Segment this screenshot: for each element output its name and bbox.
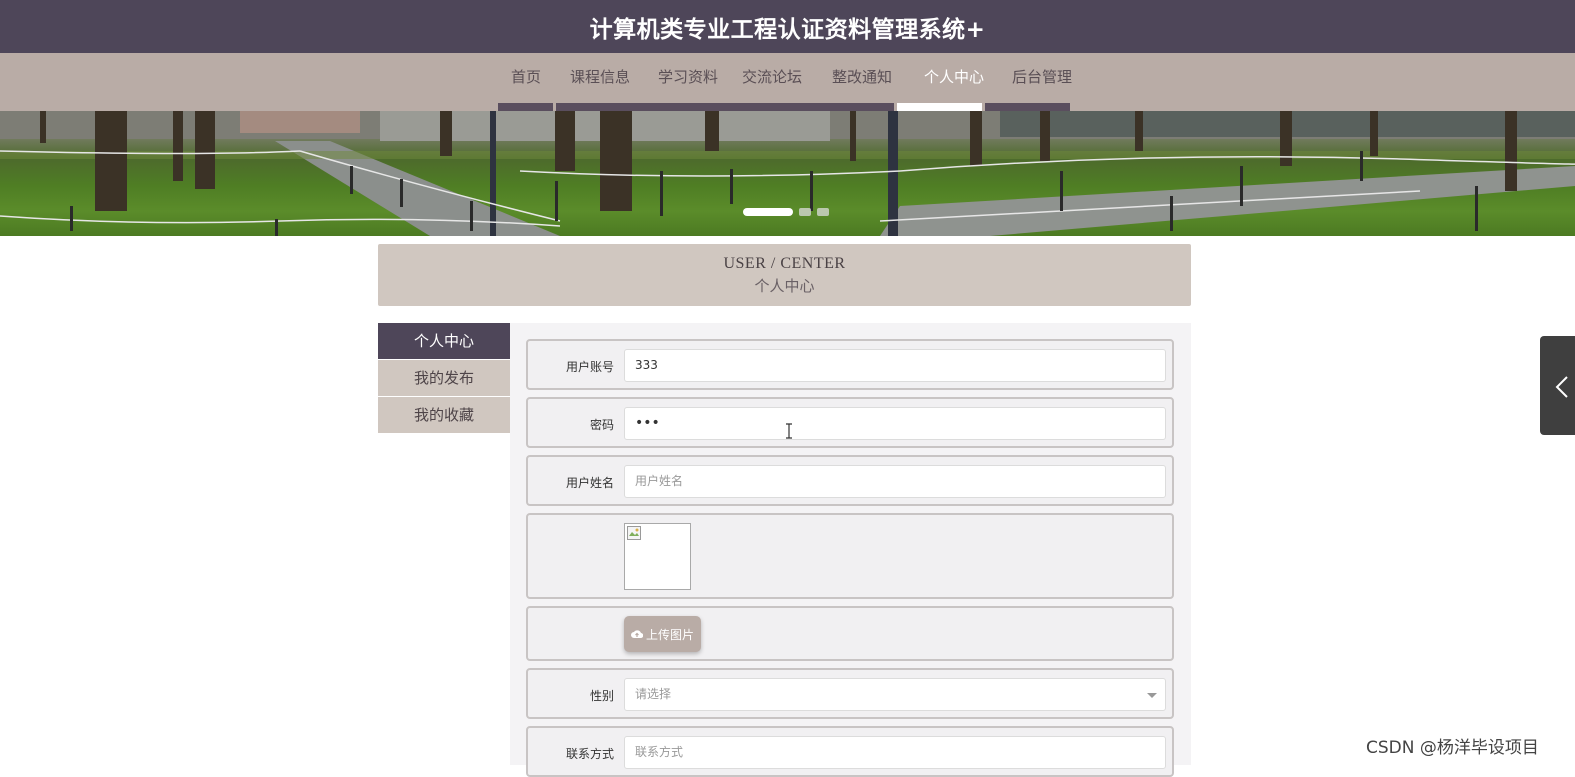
- account-input[interactable]: 333: [624, 349, 1166, 382]
- chevron-down-icon: [1147, 693, 1157, 698]
- username-input[interactable]: 用户姓名: [624, 465, 1166, 498]
- text-cursor-icon: [786, 423, 792, 439]
- chevron-left-icon: [1555, 376, 1568, 398]
- section-title-cn: 个人中心: [754, 279, 815, 295]
- broken-image-icon: [627, 526, 641, 540]
- contact-label: 联系方式: [565, 747, 614, 761]
- site-title: 计算机类专业工程认证资料管理系统+: [589, 16, 986, 43]
- form-row-account: 用户账号 333: [526, 339, 1174, 390]
- form-row-gender: 性别 请选择: [526, 668, 1174, 719]
- carousel-dot-2[interactable]: [799, 208, 811, 216]
- gender-label: 性别: [589, 689, 614, 703]
- watermark: CSDN @杨洋毕设项目: [1366, 738, 1539, 758]
- nav-underline-home: [498, 103, 553, 111]
- avatar-preview: [624, 523, 691, 590]
- form-row-contact: 联系方式 联系方式: [526, 726, 1174, 777]
- password-label: 密码: [589, 418, 614, 432]
- gender-select[interactable]: 请选择: [624, 678, 1166, 711]
- gender-select-value: 请选择: [635, 687, 672, 701]
- upload-image-label: 上传图片: [645, 627, 694, 642]
- nav-underline-group: [556, 103, 894, 111]
- carousel-dots: [743, 208, 829, 216]
- upload-image-button[interactable]: 上传图片: [624, 616, 701, 652]
- account-label: 用户账号: [565, 360, 614, 374]
- banner-scene: [0, 111, 1575, 236]
- form-row-avatar: [526, 513, 1174, 599]
- password-input[interactable]: •••: [624, 407, 1166, 440]
- sidebar-item-my-favorites[interactable]: 我的收藏: [378, 397, 510, 433]
- banner-carousel: [0, 111, 1575, 236]
- cloud-upload-icon: [631, 630, 643, 639]
- carousel-dot-1[interactable]: [743, 208, 793, 216]
- form-row-password: 密码 •••: [526, 397, 1174, 448]
- user-sidebar: 个人中心 我的发布 我的收藏: [378, 323, 510, 434]
- section-title-en: USER / CENTER: [723, 255, 846, 272]
- username-label: 用户姓名: [565, 476, 614, 490]
- contact-input[interactable]: 联系方式: [624, 736, 1166, 769]
- nav-underline-admin: [985, 103, 1070, 111]
- carousel-dot-3[interactable]: [817, 208, 829, 216]
- sidebar-item-user-center[interactable]: 个人中心: [378, 323, 510, 359]
- form-row-username: 用户姓名 用户姓名: [526, 455, 1174, 506]
- form-row-upload: 上传图片: [526, 606, 1174, 661]
- section-heading: USER / CENTER 个人中心: [378, 244, 1191, 306]
- sidebar-item-my-posts[interactable]: 我的发布: [378, 360, 510, 396]
- top-title-bar: 计算机类专业工程认证资料管理系统+: [0, 0, 1575, 53]
- nav-underline-active: [897, 103, 982, 111]
- side-panel-toggle[interactable]: [1540, 336, 1575, 435]
